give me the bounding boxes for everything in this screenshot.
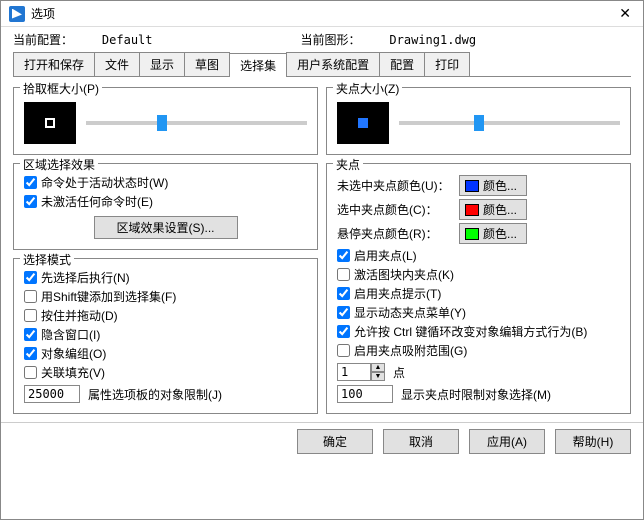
tab-drafting[interactable]: 草图 (184, 52, 230, 76)
spin-down-icon[interactable]: ▼ (371, 372, 385, 381)
tab-open-save[interactable]: 打开和保存 (13, 52, 95, 76)
color-swatch-icon (465, 180, 479, 192)
grip-limit-input[interactable] (337, 385, 393, 403)
selection-mode-group: 选择模式 先选择后执行(N) 用Shift键添加到选择集(F) 按住并拖动(D)… (13, 258, 318, 414)
close-icon[interactable]: ✕ (615, 5, 635, 22)
apply-button[interactable]: 应用(A) (469, 429, 545, 454)
pickbox-size-group: 拾取框大小(P) (13, 87, 318, 155)
cancel-button[interactable]: 取消 (383, 429, 459, 454)
tab-bar: 打开和保存 文件 显示 草图 选择集 用户系统配置 配置 打印 (13, 52, 631, 77)
current-drawing-value: Drawing1.dwg (389, 33, 476, 47)
grip-size-title: 夹点大小(Z) (333, 80, 402, 97)
grips-title: 夹点 (333, 156, 363, 173)
prop-palette-limit-input[interactable] (24, 385, 80, 403)
tab-user-prefs[interactable]: 用户系统配置 (286, 52, 380, 76)
tab-selection[interactable]: 选择集 (229, 53, 287, 77)
grip-size-slider[interactable] (399, 121, 620, 125)
tab-files[interactable]: 文件 (94, 52, 140, 76)
prop-palette-limit-label: 属性选项板的对象限制(J) (88, 386, 222, 403)
pickbox-size-slider[interactable] (86, 121, 307, 125)
spin-up-icon[interactable]: ▲ (371, 363, 385, 372)
region-select-group: 区域选择效果 命令处于活动状态时(W) 未激活任何命令时(E) 区域效果设置(S… (13, 163, 318, 250)
mode-assoc-hatch[interactable]: 关联填充(V) (24, 364, 307, 381)
enable-grip-tips[interactable]: 启用夹点提示(T) (337, 285, 620, 302)
enable-grips[interactable]: 启用夹点(L) (337, 247, 620, 264)
mode-press-drag[interactable]: 按住并拖动(D) (24, 307, 307, 324)
mode-noun-verb[interactable]: 先选择后执行(N) (24, 269, 307, 286)
region-active-cmd[interactable]: 命令处于活动状态时(W) (24, 174, 307, 191)
mode-shift-add[interactable]: 用Shift键添加到选择集(F) (24, 288, 307, 305)
tab-display[interactable]: 显示 (139, 52, 185, 76)
grip-preview (337, 102, 389, 144)
grip-limit-label: 显示夹点时限制对象选择(M) (401, 386, 551, 403)
grips-group: 夹点 未选中夹点颜色(U)： 颜色... 选中夹点颜色(C)： 颜色... 悬停… (326, 163, 631, 414)
window-title: 选项 (31, 5, 55, 22)
grip-selected-color-button[interactable]: 颜色... (459, 199, 527, 220)
enable-block-grips[interactable]: 激活图块内夹点(K) (337, 266, 620, 283)
grip-selected-label: 选中夹点颜色(C)： (337, 201, 453, 218)
grip-point-input[interactable] (337, 363, 371, 381)
region-settings-button[interactable]: 区域效果设置(S)... (94, 216, 238, 239)
current-config-label: 当前配置： (13, 33, 73, 47)
pickbox-size-title: 拾取框大小(P) (20, 80, 102, 97)
selection-mode-title: 选择模式 (20, 251, 74, 268)
show-dynamic-grip-menu[interactable]: 显示动态夹点菜单(Y) (337, 304, 620, 321)
pickbox-preview (24, 102, 76, 144)
mode-object-group[interactable]: 对象编组(O) (24, 345, 307, 362)
app-icon (9, 6, 25, 22)
color-swatch-icon (465, 204, 479, 216)
grip-unselected-label: 未选中夹点颜色(U)： (337, 177, 453, 194)
grip-point-unit: 点 (393, 364, 405, 381)
enable-grip-snap-range[interactable]: 启用夹点吸附范围(G) (337, 342, 620, 359)
ok-button[interactable]: 确定 (297, 429, 373, 454)
grip-hover-color-button[interactable]: 颜色... (459, 223, 527, 244)
grip-hover-label: 悬停夹点颜色(R)： (337, 225, 453, 242)
tab-plot[interactable]: 打印 (424, 52, 470, 76)
mode-implied-window[interactable]: 隐含窗口(I) (24, 326, 307, 343)
region-no-cmd[interactable]: 未激活任何命令时(E) (24, 193, 307, 210)
region-select-title: 区域选择效果 (20, 156, 98, 173)
tab-profiles[interactable]: 配置 (379, 52, 425, 76)
current-drawing-label: 当前图形： (301, 33, 361, 47)
help-button[interactable]: 帮助(H) (555, 429, 631, 454)
color-swatch-icon (465, 228, 479, 240)
current-config-value: Default (102, 33, 153, 47)
grip-unselected-color-button[interactable]: 颜色... (459, 175, 527, 196)
allow-ctrl-cycle[interactable]: 允许按 Ctrl 键循环改变对象编辑方式行为(B) (337, 323, 620, 340)
grip-size-group: 夹点大小(Z) (326, 87, 631, 155)
